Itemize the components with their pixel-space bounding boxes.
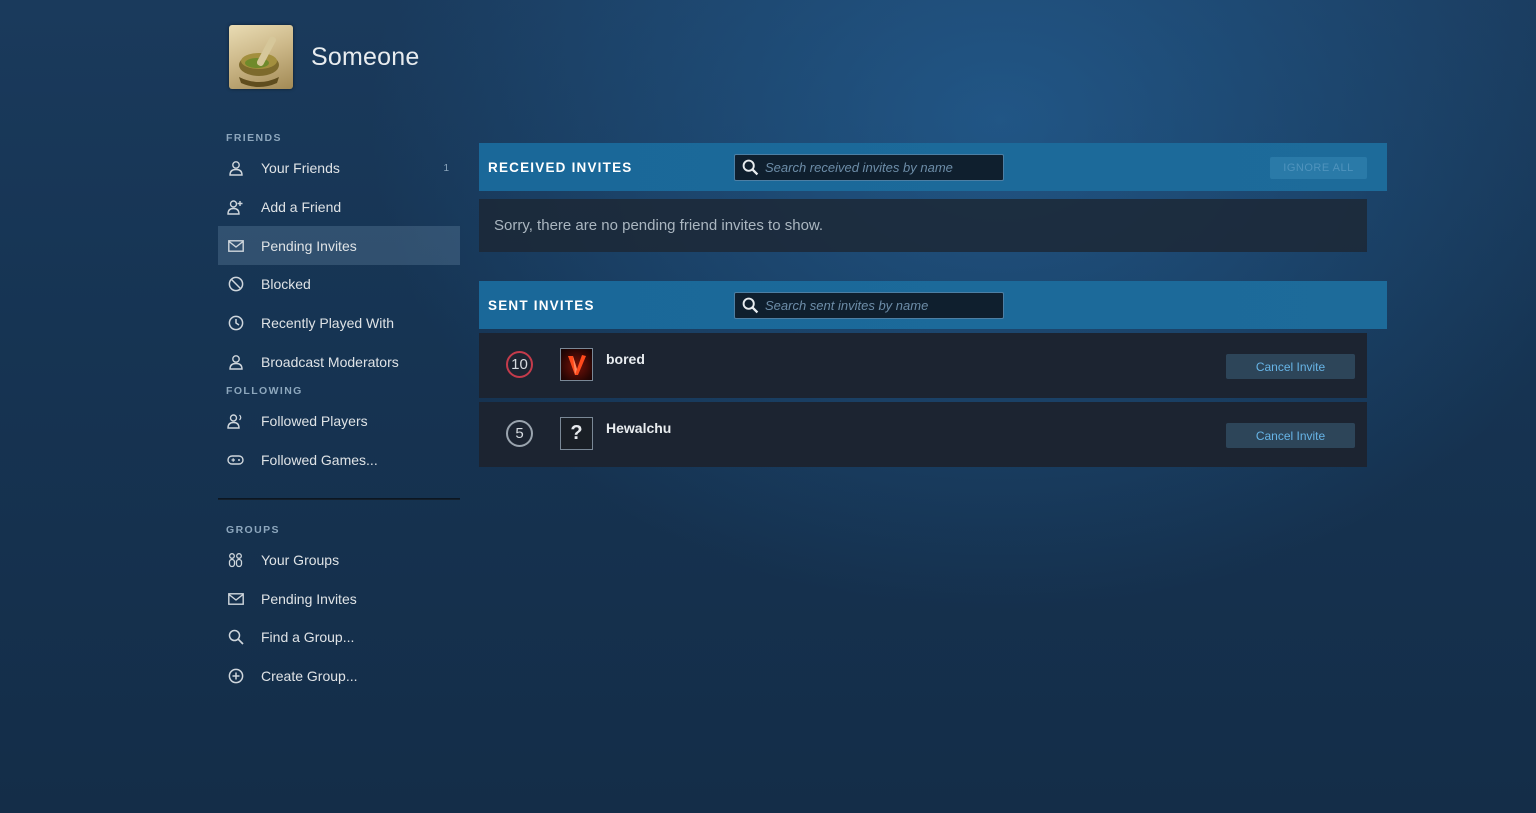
sent-invite-row[interactable]: 5 ? Hewalchu Cancel Invite [479, 402, 1367, 467]
sidebar-item-label: Your Friends [261, 160, 340, 177]
person-follow-icon [226, 412, 245, 431]
person-add-icon [226, 198, 245, 217]
sidebar-item-add-friend[interactable]: Add a Friend [218, 188, 460, 227]
sidebar-item-your-friends[interactable]: Your Friends 1 [218, 149, 460, 188]
friends-section-title: FRIENDS [226, 132, 282, 144]
sidebar-item-label: Blocked [261, 276, 311, 293]
profile-name[interactable]: Someone [311, 43, 419, 72]
sidebar-item-label: Followed Players [261, 413, 368, 430]
v-logo-icon [567, 354, 586, 375]
sent-invites-title: SENT INVITES [488, 297, 595, 313]
sidebar-item-followed-players[interactable]: Followed Players [218, 402, 460, 441]
invite-user-name[interactable]: bored [606, 351, 645, 367]
person-icon [226, 352, 245, 371]
received-invites-header: RECEIVED INVITES IGNORE ALL [479, 143, 1387, 191]
blocked-icon [226, 275, 245, 294]
search-icon [226, 628, 245, 647]
group-icon [226, 550, 245, 569]
sidebar-item-label: Add a Friend [261, 199, 342, 216]
sent-search-box[interactable] [734, 291, 1004, 319]
sidebar-item-label: Broadcast Moderators [261, 353, 399, 370]
ignore-all-button[interactable]: IGNORE ALL [1270, 157, 1367, 179]
search-icon [735, 159, 765, 176]
sidebar-item-recently-played[interactable]: Recently Played With [218, 304, 460, 343]
question-mark-avatar[interactable]: ? [560, 417, 593, 450]
envelope-icon [226, 589, 245, 608]
level-badge: 5 [506, 420, 533, 447]
groups-section-title: GROUPS [226, 523, 280, 536]
no-invites-message: Sorry, there are no pending friend invit… [479, 199, 1367, 252]
sidebar-item-label: Followed Games... [261, 452, 378, 469]
invites-main: RECEIVED INVITES IGNORE ALL Sorry, there… [479, 143, 1387, 467]
level-badge: 10 [506, 351, 533, 378]
invite-user-name[interactable]: Hewalchu [606, 420, 671, 436]
sidebar-item-label: Pending Invites [261, 590, 357, 607]
sidebar-item-create-group[interactable]: Create Group... [218, 657, 460, 696]
received-invites-title: RECEIVED INVITES [488, 159, 633, 175]
cancel-invite-button[interactable]: Cancel Invite [1226, 354, 1355, 379]
profile-header: Someone [229, 25, 419, 89]
profile-avatar[interactable] [229, 25, 293, 89]
sidebar: FRIENDS Your Friends 1 Add a Friend Pend… [218, 128, 460, 695]
received-search-box[interactable] [734, 153, 1004, 181]
sidebar-item-blocked[interactable]: Blocked [218, 265, 460, 304]
following-section-title: FOLLOWING [226, 385, 303, 398]
sidebar-item-label: Find a Group... [261, 629, 355, 646]
sidebar-item-broadcast-moderators[interactable]: Broadcast Moderators [218, 342, 460, 381]
cancel-invite-button[interactable]: Cancel Invite [1226, 423, 1355, 448]
plus-circle-icon [226, 666, 245, 685]
search-icon [735, 297, 765, 314]
person-icon [226, 159, 245, 178]
v-logo-avatar[interactable] [560, 348, 593, 381]
sidebar-item-your-groups[interactable]: Your Groups [218, 541, 460, 580]
mortar-pestle-icon [239, 36, 279, 87]
sent-invites-section: SENT INVITES 10 bored Cancel Invite 5 ? … [479, 281, 1387, 467]
sidebar-item-followed-games[interactable]: Followed Games... [218, 441, 460, 480]
sidebar-item-label: Recently Played With [261, 315, 395, 332]
sidebar-item-label: Your Groups [261, 551, 340, 568]
gamepad-icon [226, 451, 245, 470]
sidebar-item-label: Pending Invites [261, 237, 357, 254]
sidebar-item-label: Create Group... [261, 667, 358, 684]
sidebar-item-group-pending-invites[interactable]: Pending Invites [218, 579, 460, 618]
received-search-input[interactable] [765, 159, 995, 175]
sidebar-divider [218, 497, 460, 500]
sent-invites-header: SENT INVITES [479, 281, 1387, 329]
sent-invite-row[interactable]: 10 bored Cancel Invite [479, 333, 1367, 398]
sent-search-input[interactable] [765, 297, 995, 313]
sidebar-item-find-group[interactable]: Find a Group... [218, 618, 460, 657]
sidebar-item-pending-invites[interactable]: Pending Invites [218, 226, 460, 266]
clock-icon [226, 314, 245, 333]
friends-count-badge: 1 [443, 162, 449, 174]
envelope-icon [226, 236, 245, 255]
